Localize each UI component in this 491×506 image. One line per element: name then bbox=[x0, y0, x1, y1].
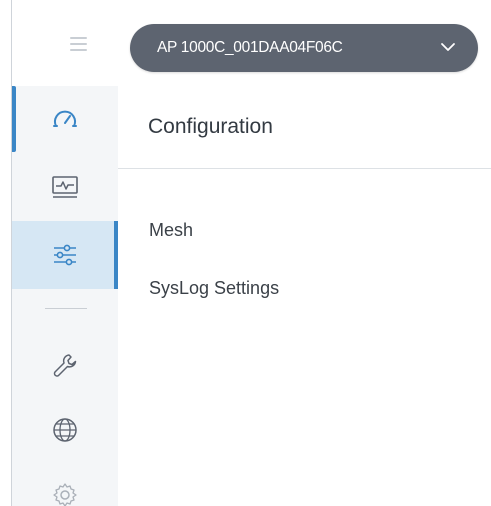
chevron-down-icon bbox=[441, 43, 455, 51]
sidebar-item-configuration[interactable] bbox=[12, 221, 118, 289]
speedometer-icon bbox=[53, 110, 77, 127]
sidebar-item-dashboard[interactable] bbox=[12, 86, 118, 152]
main-content: Configuration Mesh SysLog Settings bbox=[118, 86, 491, 506]
device-select-value: AP 1000C_001DAA04F06C bbox=[157, 39, 343, 56]
sidebar-active-indicator bbox=[12, 86, 16, 152]
wrench-icon bbox=[53, 354, 77, 377]
globe-icon bbox=[53, 418, 77, 442]
sidebar-item-settings[interactable] bbox=[12, 464, 118, 506]
sidebar bbox=[12, 86, 118, 506]
sliders-icon bbox=[54, 244, 76, 266]
content-header: Configuration bbox=[118, 86, 491, 169]
device-select[interactable]: AP 1000C_001DAA04F06C bbox=[130, 24, 478, 72]
monitor-pulse-icon bbox=[52, 176, 78, 198]
gear-icon bbox=[53, 483, 77, 506]
sidebar-item-monitoring[interactable] bbox=[12, 156, 118, 218]
top-bar: AP 1000C_001DAA04F06C bbox=[12, 0, 491, 92]
page-title: Configuration bbox=[148, 115, 273, 138]
window-left-edge bbox=[0, 0, 12, 506]
menu-item-syslog-settings[interactable]: SysLog Settings bbox=[149, 278, 279, 299]
sidebar-item-network[interactable] bbox=[12, 400, 118, 460]
menu-icon[interactable] bbox=[70, 37, 87, 51]
sidebar-item-tools[interactable] bbox=[12, 336, 118, 396]
menu-item-mesh[interactable]: Mesh bbox=[149, 220, 193, 241]
sidebar-divider bbox=[45, 308, 87, 309]
